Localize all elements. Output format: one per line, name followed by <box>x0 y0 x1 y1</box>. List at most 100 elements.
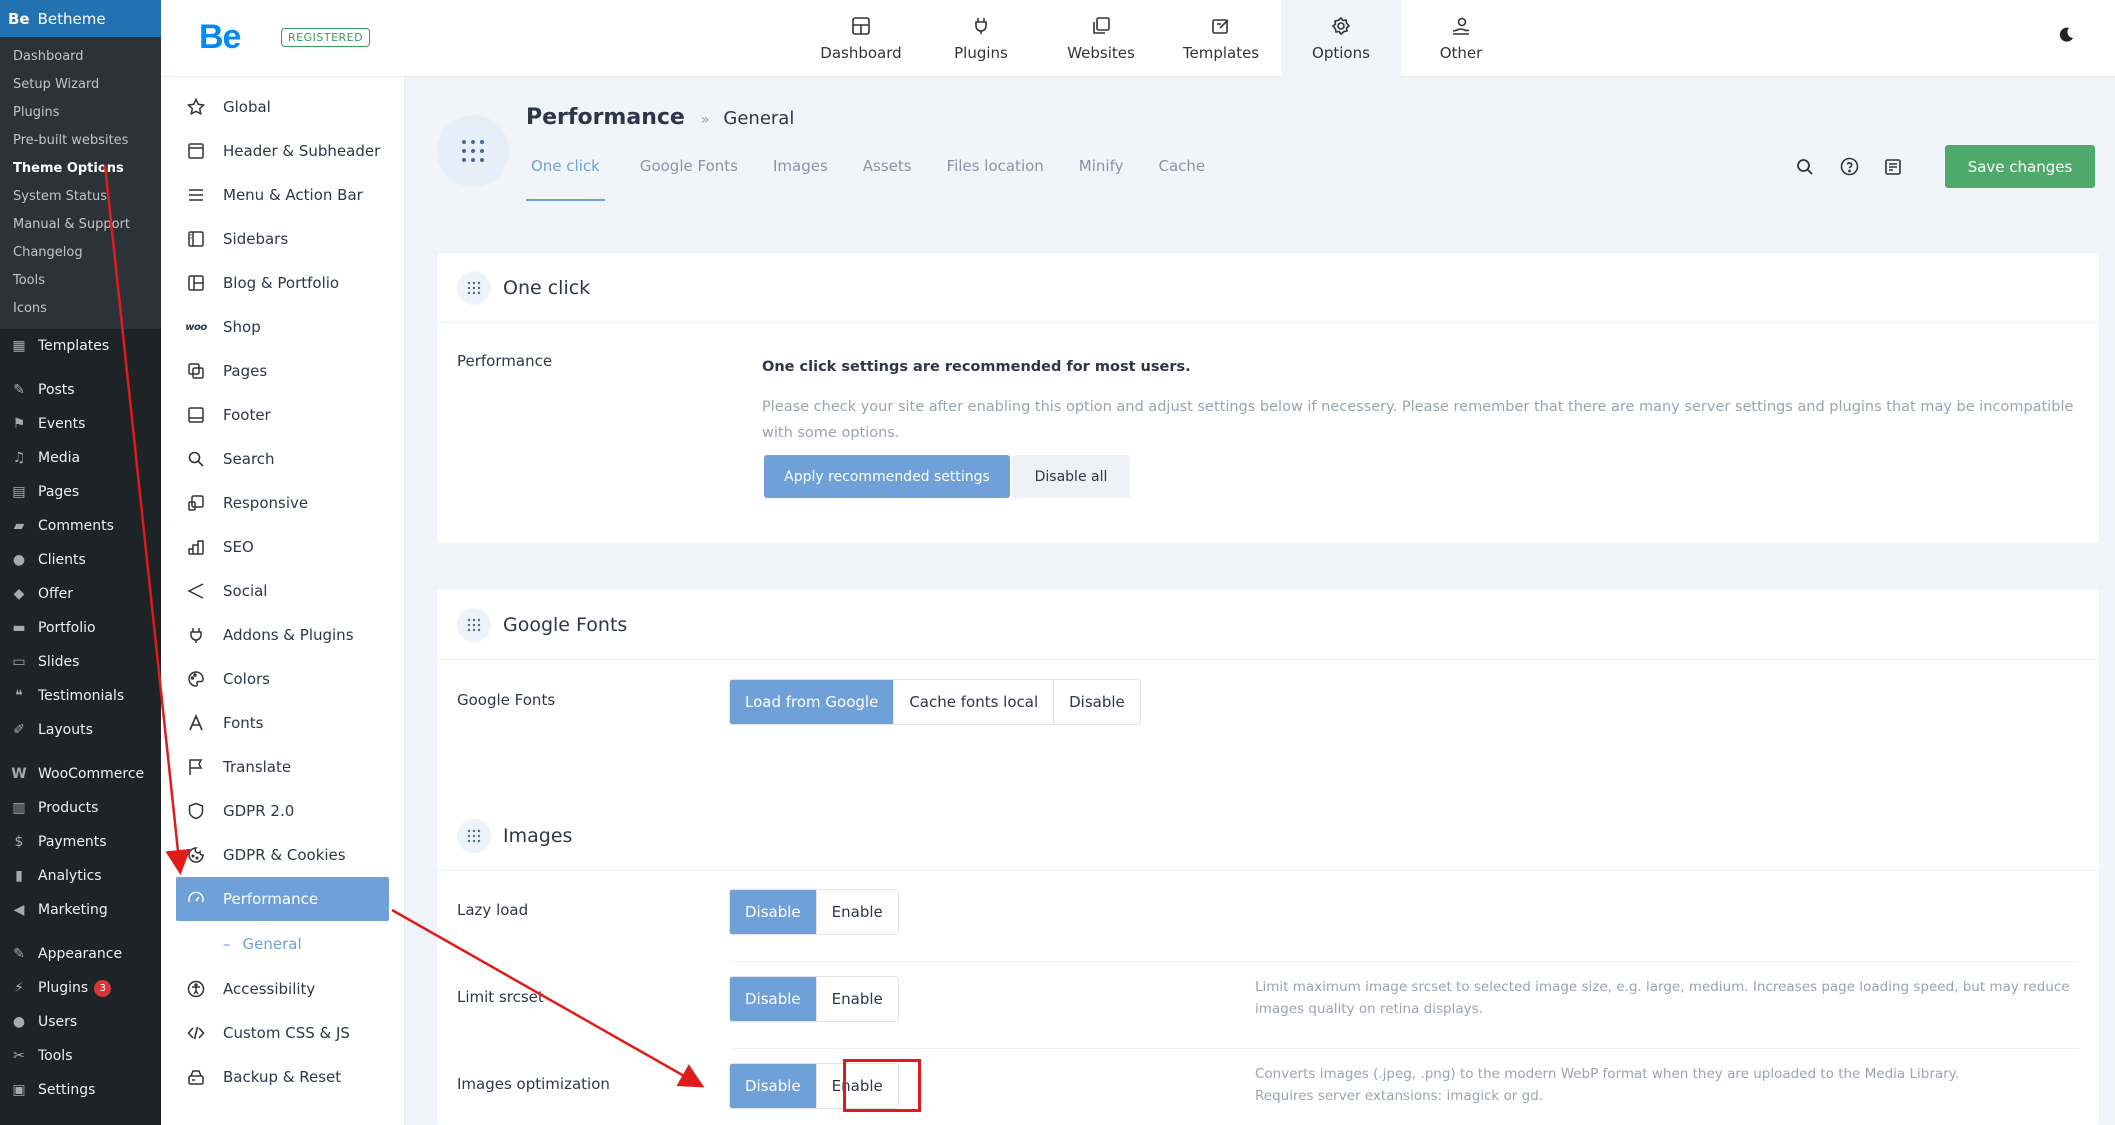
wp-menu-analytics[interactable]: ▮ Analytics <box>0 859 161 893</box>
tab-one-click[interactable]: One click <box>526 157 605 201</box>
cache-fonts-local-option[interactable]: Cache fonts local <box>894 680 1055 724</box>
pages-icon <box>185 360 207 382</box>
disable-fonts-option[interactable]: Disable <box>1054 680 1140 724</box>
options-menu-search[interactable]: Search <box>161 437 404 481</box>
options-menu-header[interactable]: Header & Subheader <box>161 129 404 173</box>
wp-menu-pages[interactable]: ▤ Pages <box>0 475 161 509</box>
disable-all-button[interactable]: Disable all <box>1012 455 1130 498</box>
limit-srcset-toggle: Disable Enable <box>729 976 899 1022</box>
options-menu-menu-action-bar[interactable]: Menu & Action Bar <box>161 173 404 217</box>
options-menu-pages[interactable]: Pages <box>161 349 404 393</box>
wp-menu-products[interactable]: ▥ Products <box>0 791 161 825</box>
wp-submenu-prebuilt-websites[interactable]: Pre-built websites <box>0 127 161 155</box>
notes-button[interactable] <box>1871 158 1915 176</box>
wp-menu-settings[interactable]: ▣ Settings <box>0 1073 161 1107</box>
lazy-load-disable[interactable]: Disable <box>730 890 817 934</box>
options-menu-performance[interactable]: Performance <box>176 877 389 921</box>
top-nav-websites[interactable]: Websites <box>1041 0 1161 77</box>
apply-recommended-button[interactable]: Apply recommended settings <box>764 455 1010 498</box>
one-click-card: One click Performance One click settings… <box>437 253 2099 543</box>
images-optimization-disable[interactable]: Disable <box>730 1064 817 1108</box>
wp-menu-offer[interactable]: ◆ Offer <box>0 577 161 611</box>
dark-mode-toggle[interactable] <box>2057 26 2075 48</box>
wp-menu-posts[interactable]: ✎ Posts <box>0 373 161 407</box>
wp-menu-woocommerce[interactable]: W WooCommerce <box>0 757 161 791</box>
wp-menu-templates[interactable]: ▦ Templates <box>0 329 161 363</box>
grid-dots-icon <box>457 607 491 642</box>
options-menu-addons-plugins[interactable]: Addons & Plugins <box>161 613 404 657</box>
wp-menu-media[interactable]: ♫ Media <box>0 441 161 475</box>
save-changes-button[interactable]: Save changes <box>1945 145 2095 188</box>
wp-submenu-manual-support[interactable]: Manual & Support <box>0 211 161 239</box>
top-nav-other[interactable]: Other <box>1401 0 1521 77</box>
tab-files-location[interactable]: Files location <box>947 157 1044 201</box>
wp-menu-slides[interactable]: ▭ Slides <box>0 645 161 679</box>
options-menu-sidebars[interactable]: Sidebars <box>161 217 404 261</box>
options-menu-label: Addons & Plugins <box>223 626 354 644</box>
load-from-google-option[interactable]: Load from Google <box>730 680 895 724</box>
media-icon: ♫ <box>12 450 26 466</box>
wp-menu-label: Tools <box>38 1048 73 1064</box>
options-menu-gdpr-2[interactable]: GDPR 2.0 <box>161 789 404 833</box>
wp-menu-clients[interactable]: ● Clients <box>0 543 161 577</box>
wp-menu-marketing[interactable]: ◀ Marketing <box>0 893 161 927</box>
limit-srcset-enable[interactable]: Enable <box>816 977 898 1021</box>
main-content: Performance » General One click Google F… <box>405 77 2115 1125</box>
wp-menu-testimonials[interactable]: ❝ Testimonials <box>0 679 161 713</box>
palette-icon <box>185 668 207 690</box>
wp-menu-plugins[interactable]: ⚡ Plugins 3 <box>0 971 161 1005</box>
pin-icon: ✎ <box>13 382 25 398</box>
wp-submenu-plugins[interactable]: Plugins <box>0 99 161 127</box>
options-menu-translate[interactable]: Translate <box>161 745 404 789</box>
limit-srcset-disable[interactable]: Disable <box>730 977 817 1021</box>
tab-minify[interactable]: Minify <box>1079 157 1124 201</box>
wp-menu-payments[interactable]: $ Payments <box>0 825 161 859</box>
top-nav-options[interactable]: Options <box>1281 0 1401 77</box>
options-menu-seo[interactable]: SEO <box>161 525 404 569</box>
options-menu-global[interactable]: Global <box>161 85 404 129</box>
wp-menu-tools[interactable]: ✂ Tools <box>0 1039 161 1073</box>
wp-menu-layouts[interactable]: ✐ Layouts <box>0 713 161 747</box>
grid-dots-icon <box>462 140 484 162</box>
wp-submenu-changelog[interactable]: Changelog <box>0 239 161 267</box>
options-menu-shop[interactable]: woo Shop <box>161 305 404 349</box>
options-menu-fonts[interactable]: Fonts <box>161 701 404 745</box>
wp-menu-comments[interactable]: ▰ Comments <box>0 509 161 543</box>
wp-submenu-icons[interactable]: Icons <box>0 295 161 323</box>
options-menu-blog-portfolio[interactable]: Blog & Portfolio <box>161 261 404 305</box>
wp-submenu-setup-wizard[interactable]: Setup Wizard <box>0 71 161 99</box>
top-nav-templates[interactable]: Templates <box>1161 0 1281 77</box>
lazy-load-enable[interactable]: Enable <box>816 890 898 934</box>
options-submenu-general[interactable]: – General <box>161 921 404 967</box>
tab-images[interactable]: Images <box>773 157 828 201</box>
wp-submenu-tools[interactable]: Tools <box>0 267 161 295</box>
tab-cache[interactable]: Cache <box>1158 157 1205 201</box>
row-divider <box>731 961 2079 962</box>
top-nav-plugins[interactable]: Plugins <box>921 0 1041 77</box>
options-menu-colors[interactable]: Colors <box>161 657 404 701</box>
header-icon <box>185 140 207 162</box>
options-menu-label: Performance <box>223 890 319 908</box>
options-menu-custom-css-js[interactable]: Custom CSS & JS <box>161 1011 404 1055</box>
search-button[interactable] <box>1783 158 1827 176</box>
options-menu-footer[interactable]: Footer <box>161 393 404 437</box>
wp-submenu-theme-options[interactable]: Theme Options <box>0 155 161 183</box>
wp-menu-users[interactable]: ● Users <box>0 1005 161 1039</box>
be-logo[interactable]: Be <box>199 18 241 57</box>
tab-assets[interactable]: Assets <box>863 157 912 201</box>
options-menu-label: Custom CSS & JS <box>223 1024 350 1042</box>
options-menu-gdpr-cookies[interactable]: GDPR & Cookies <box>161 833 404 877</box>
help-button[interactable] <box>1827 157 1871 176</box>
options-menu-accessibility[interactable]: Accessibility <box>161 967 404 1011</box>
wp-menu-portfolio[interactable]: ▬ Portfolio <box>0 611 161 645</box>
tab-google-fonts[interactable]: Google Fonts <box>640 157 738 201</box>
options-menu-responsive[interactable]: Responsive <box>161 481 404 525</box>
wp-menu-betheme[interactable]: Be Betheme <box>0 0 171 37</box>
options-menu-social[interactable]: Social <box>161 569 404 613</box>
wp-submenu-dashboard[interactable]: Dashboard <box>0 43 161 71</box>
options-menu-backup-reset[interactable]: Backup & Reset <box>161 1055 404 1099</box>
wp-submenu-system-status[interactable]: System Status <box>0 183 161 211</box>
top-nav-dashboard[interactable]: Dashboard <box>801 0 921 77</box>
wp-menu-appearance[interactable]: ✎ Appearance <box>0 937 161 971</box>
wp-menu-events[interactable]: ⚑ Events <box>0 407 161 441</box>
